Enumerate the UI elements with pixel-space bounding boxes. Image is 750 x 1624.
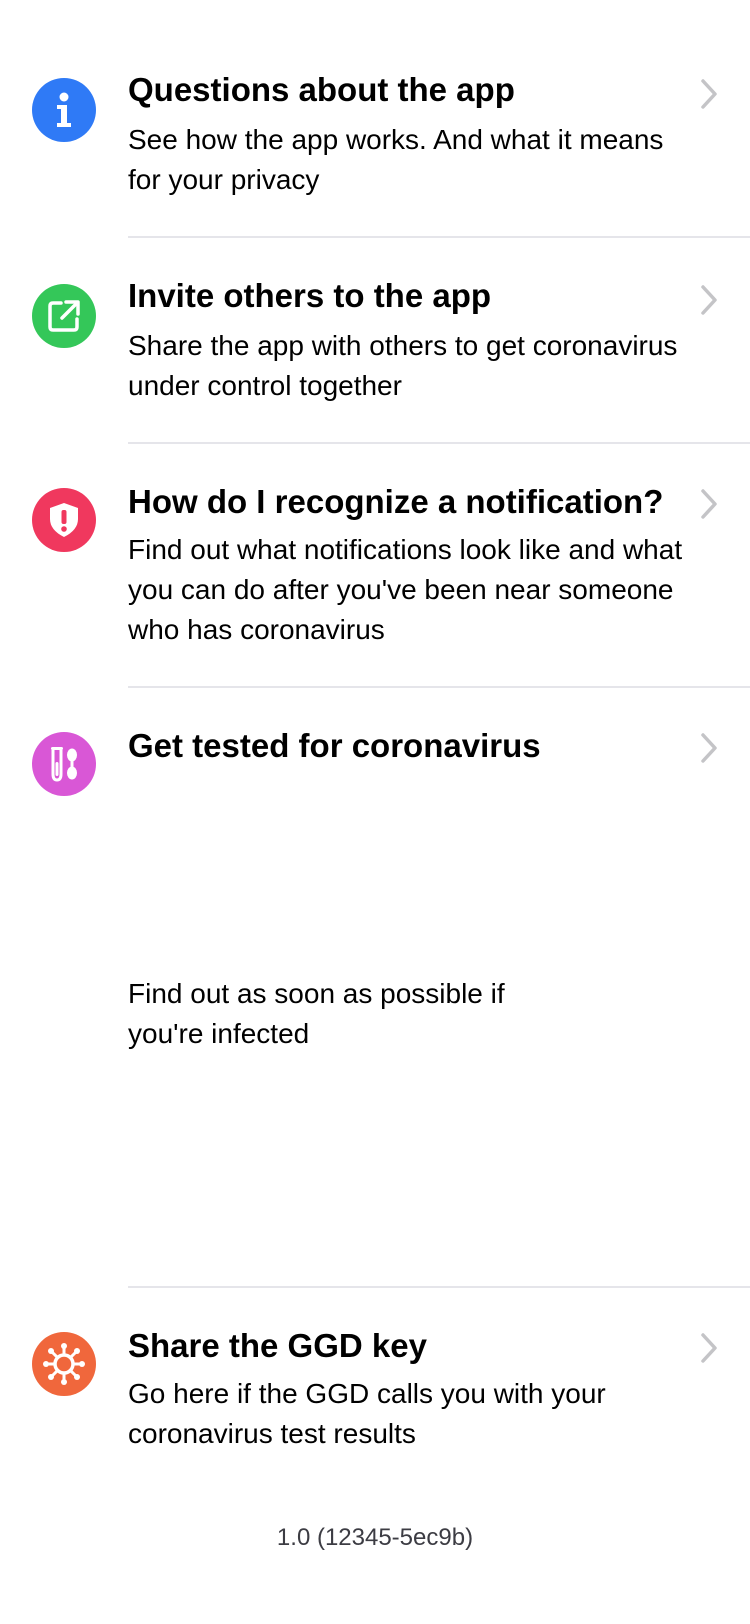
list-item-invite[interactable]: Invite others to the app Share the app w…	[0, 238, 750, 442]
test-tube-icon	[32, 732, 96, 796]
info-icon	[32, 78, 96, 142]
item-description: Find out what notifications look like an…	[128, 534, 683, 645]
list-item-get-tested[interactable]: Get tested for coronavirus Find out as s…	[0, 688, 750, 1286]
list-item-questions[interactable]: Questions about the app See how the app …	[0, 0, 750, 236]
chevron-right-icon	[701, 489, 717, 519]
list-item-share-ggd-key[interactable]: Share the GGD key Go here if the GGD cal…	[0, 1288, 750, 1488]
app-version-label: 1.0 (12345-5ec9b)	[276, 1524, 474, 1551]
item-title: How do I recognize a notification?	[128, 483, 664, 520]
item-description: Find out as soon as possible if you're i…	[128, 978, 505, 1049]
item-title: Questions about the app	[128, 71, 515, 108]
chevron-right-icon	[701, 733, 717, 763]
share-icon	[32, 284, 96, 348]
item-title: Share the GGD key	[128, 1327, 427, 1364]
item-description: See how the app works. And what it means…	[128, 124, 664, 195]
virus-icon	[32, 1332, 96, 1396]
list-item-notification[interactable]: How do I recognize a notification? Find …	[0, 444, 750, 686]
item-description: Share the app with others to get coronav…	[128, 330, 678, 401]
chevron-right-icon	[701, 1333, 717, 1363]
item-description: Go here if the GGD calls you with your c…	[128, 1378, 606, 1449]
chevron-right-icon	[701, 285, 717, 315]
item-title: Invite others to the app	[128, 277, 492, 314]
chevron-right-icon	[701, 79, 717, 109]
item-title: Get tested for coronavirus	[128, 727, 541, 764]
shield-alert-icon	[32, 488, 96, 552]
